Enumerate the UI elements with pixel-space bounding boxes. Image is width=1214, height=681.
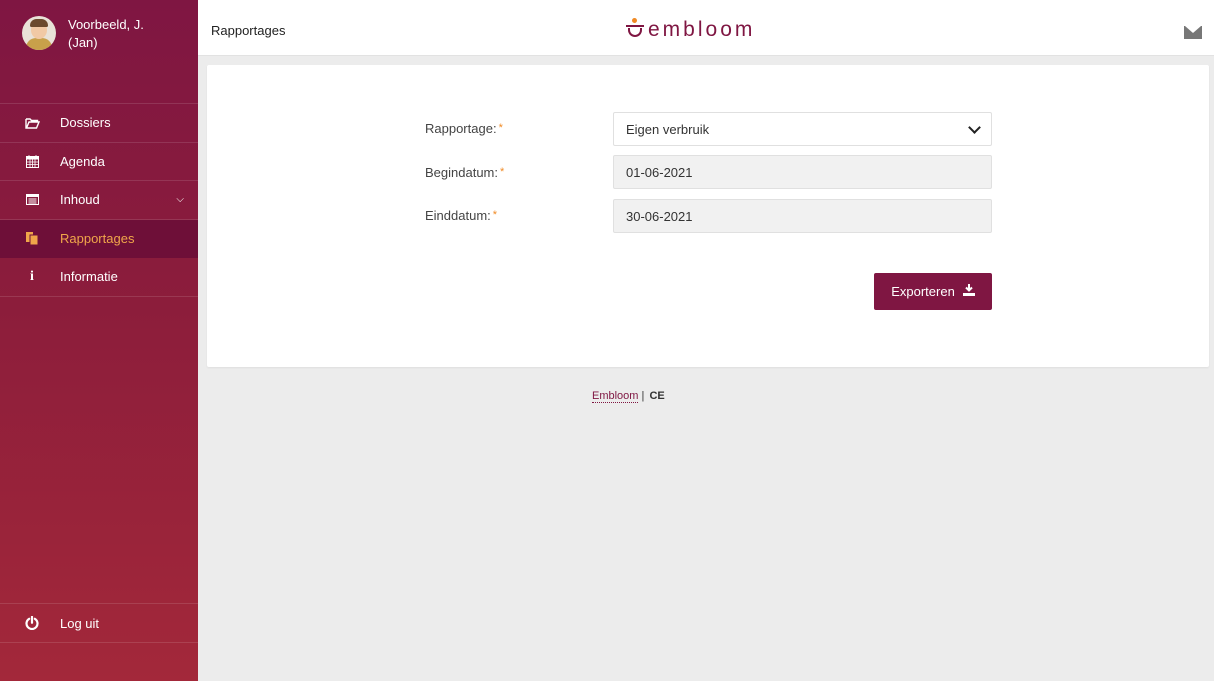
- calendar-icon: [24, 154, 40, 168]
- logout-button[interactable]: Log uit: [0, 604, 198, 643]
- sidebar-bottom: Log uit: [0, 603, 198, 643]
- embloom-link[interactable]: Embloom: [592, 390, 639, 403]
- ce-mark: CE: [649, 390, 665, 402]
- logout-label: Log uit: [60, 615, 100, 631]
- required-mark: *: [500, 166, 505, 178]
- report-form-card: Rapportage: * Eigen verbruik Begindatum: *…: [207, 65, 1209, 367]
- top-header: Rapportages embloom: [198, 0, 1214, 56]
- embloom-logo-icon: [624, 18, 646, 42]
- list-icon: [24, 194, 40, 206]
- chevron-down-icon: [968, 121, 981, 134]
- sidebar-item-informatie[interactable]: i Informatie: [0, 258, 198, 297]
- export-button[interactable]: Exporteren: [874, 273, 992, 310]
- user-profile[interactable]: Voorbeeld, J. (Jan): [0, 0, 198, 104]
- report-type-value: Eigen verbruik: [626, 121, 710, 137]
- report-icon: [24, 231, 40, 245]
- sidebar-item-inhoud[interactable]: Inhoud ⌵: [0, 181, 198, 220]
- end-date-value: 30-06-2021: [626, 208, 693, 224]
- sidebar: Voorbeeld, J. (Jan) Dossiers Agenda Inho…: [0, 0, 198, 681]
- export-label: Exporteren: [891, 284, 955, 299]
- download-icon: [962, 284, 975, 299]
- sidebar-item-dossiers[interactable]: Dossiers: [0, 104, 198, 143]
- sidebar-item-label: Dossiers: [60, 115, 111, 131]
- required-mark: *: [492, 209, 498, 221]
- sidebar-item-label: Agenda: [60, 153, 105, 169]
- start-date-value: 01-06-2021: [626, 164, 693, 180]
- sidebar-item-label: Inhoud: [60, 192, 100, 208]
- page-title: Rapportages: [211, 23, 286, 38]
- sidebar-item-rapportages[interactable]: Rapportages: [0, 219, 198, 258]
- avatar: [22, 16, 56, 50]
- sidebar-item-label: Informatie: [60, 269, 118, 285]
- sidebar-item-agenda[interactable]: Agenda: [0, 143, 198, 181]
- logo-text: embloom: [648, 18, 756, 41]
- user-name: Voorbeeld, J. (Jan): [68, 17, 144, 50]
- report-type-select[interactable]: Eigen verbruik: [613, 112, 992, 146]
- start-date-field[interactable]: 01-06-2021: [613, 155, 992, 189]
- start-date-label: Begindatum: *: [425, 165, 505, 180]
- brand-logo[interactable]: embloom: [624, 18, 755, 42]
- info-icon: i: [30, 268, 34, 284]
- report-type-label: Rapportage: *: [425, 121, 503, 136]
- sidebar-item-label: Rapportages: [60, 230, 135, 246]
- mail-icon[interactable]: [1184, 26, 1202, 39]
- footer: Embloom | CE: [592, 390, 665, 403]
- end-date-field[interactable]: 30-06-2021: [613, 199, 992, 233]
- end-date-label: Einddatum: *: [425, 208, 498, 223]
- folder-open-icon: [24, 117, 40, 129]
- power-icon: [24, 616, 40, 630]
- footer-separator: |: [641, 390, 645, 402]
- chevron-down-icon: ⌵: [176, 194, 184, 206]
- required-mark: *: [498, 122, 503, 134]
- sidebar-nav: Dossiers Agenda Inhoud ⌵ Rapportages i I…: [0, 104, 198, 297]
